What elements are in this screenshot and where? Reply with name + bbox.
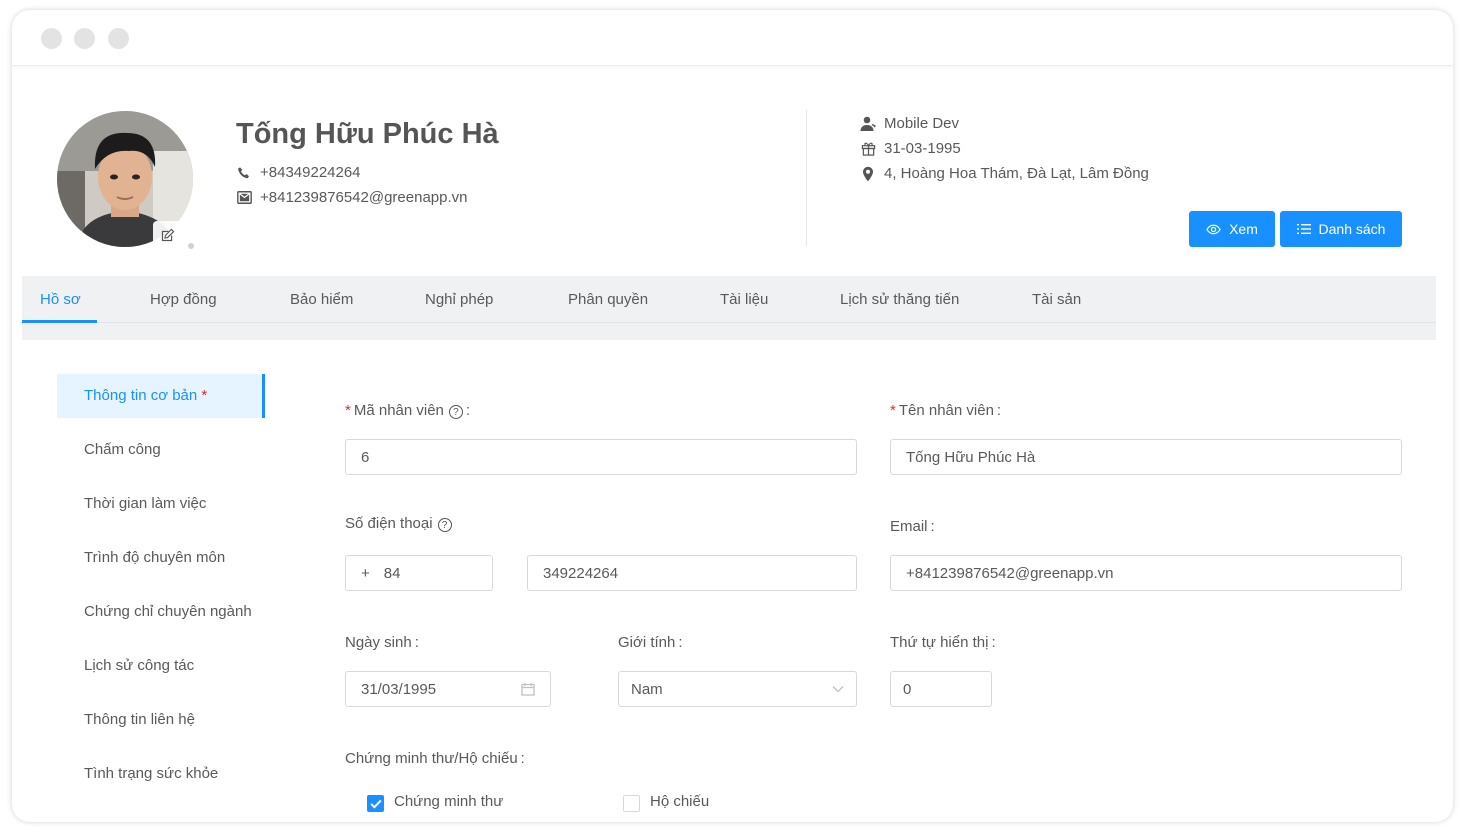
profile-email-text: +841239876542@greenapp.vn xyxy=(260,189,468,206)
tab-documents[interactable]: Tài liệu xyxy=(720,276,768,323)
employee-name-label-text: Tên nhân viên xyxy=(898,402,994,419)
employee-name-heading: Tống Hữu Phúc Hà xyxy=(236,118,499,150)
label-colon: : xyxy=(996,402,1002,419)
help-icon[interactable]: ? xyxy=(448,405,463,419)
id-card-label[interactable]: Chứng minh thư xyxy=(394,793,503,810)
window-close-dot[interactable] xyxy=(41,28,62,49)
dob-date-picker[interactable]: 31/03/1995 xyxy=(345,671,551,707)
view-button-label: Xem xyxy=(1229,221,1258,237)
map-pin-icon xyxy=(860,166,876,182)
label-colon: : xyxy=(414,634,419,651)
employee-id-input[interactable]: 6 xyxy=(345,439,857,475)
chevron-down-icon xyxy=(832,685,844,693)
profile-email: +841239876542@greenapp.vn xyxy=(236,189,468,206)
list-icon xyxy=(1296,223,1311,235)
label-colon: : xyxy=(678,634,683,651)
display-order-label: Thứ tự hiển thị : xyxy=(890,634,996,651)
tab-bar: Hồ sơ Hợp đồng Bảo hiểm Nghỉ phép Phân q… xyxy=(22,276,1436,340)
email-label-text: Email xyxy=(890,518,928,535)
profile-address: 4, Hoàng Hoa Thám, Đà Lạt, Lâm Đồng xyxy=(860,165,1149,182)
tab-leave[interactable]: Nghỉ phép xyxy=(425,276,493,323)
app-window: Tống Hữu Phúc Hà +84349224264 +841239876… xyxy=(12,10,1453,822)
side-item-work-history[interactable]: Lịch sử công tác xyxy=(57,644,265,688)
title-bar xyxy=(12,10,1453,66)
user-tie-icon xyxy=(860,116,876,132)
country-code-value: 84 xyxy=(383,564,401,582)
id-document-label-text: Chứng minh thư/Hộ chiếu xyxy=(345,750,518,767)
tab-row: Hồ sơ Hợp đồng Bảo hiểm Nghỉ phép Phân q… xyxy=(22,276,1436,323)
side-item-health[interactable]: Tình trạng sức khỏe xyxy=(57,752,265,796)
gender-select[interactable]: Nam xyxy=(618,671,857,707)
tab-assets[interactable]: Tài sản xyxy=(1032,276,1081,323)
id-card-checkbox[interactable] xyxy=(367,795,384,812)
label-colon: : xyxy=(991,634,996,651)
tab-permissions[interactable]: Phân quyền xyxy=(568,276,648,323)
edit-avatar-button[interactable] xyxy=(153,221,181,249)
eye-icon xyxy=(1206,224,1221,235)
side-item-qualification[interactable]: Trình độ chuyên môn xyxy=(57,536,265,580)
id-document-label: Chứng minh thư/Hộ chiếu : xyxy=(345,750,525,767)
tab-profile[interactable]: Hồ sơ xyxy=(40,276,81,323)
list-button[interactable]: Danh sách xyxy=(1280,211,1402,247)
side-item-contact-info[interactable]: Thông tin liên hệ xyxy=(57,698,265,742)
header-divider xyxy=(806,110,807,246)
email-label: Email : xyxy=(890,518,935,535)
side-item-certificates[interactable]: Chứng chỉ chuyên ngành xyxy=(57,590,265,634)
plus-sign: + xyxy=(361,564,370,582)
side-item-basic-info[interactable]: Thông tin cơ bản * xyxy=(57,374,265,418)
view-button[interactable]: Xem xyxy=(1189,211,1275,247)
gift-icon xyxy=(860,141,876,157)
check-icon xyxy=(369,799,382,809)
employee-id-label: * Mã nhân viên ? : xyxy=(345,402,470,419)
tab-insurance[interactable]: Bảo hiểm xyxy=(290,276,353,323)
side-item-working-time[interactable]: Thời gian làm việc xyxy=(57,482,265,526)
avatar-status-dot xyxy=(188,243,194,249)
window-maximize-dot[interactable] xyxy=(108,28,129,49)
email-input[interactable]: +841239876542@greenapp.vn xyxy=(890,555,1402,591)
dob-label: Ngày sinh : xyxy=(345,634,419,651)
phone-label: Số điện thoại ? xyxy=(345,515,452,532)
passport-checkbox[interactable] xyxy=(623,795,640,812)
dob-value: 31/03/1995 xyxy=(361,680,437,698)
display-order-label-text: Thứ tự hiển thị xyxy=(890,634,989,651)
profile-birthday: 31-03-1995 xyxy=(860,140,961,157)
profile-address-text: 4, Hoàng Hoa Thám, Đà Lạt, Lâm Đồng xyxy=(884,165,1149,182)
gender-label: Giới tính : xyxy=(618,634,683,651)
phone-number-input[interactable]: 349224264 xyxy=(527,555,857,591)
label-colon: : xyxy=(520,750,525,767)
gender-label-text: Giới tính xyxy=(618,634,676,651)
profile-position: Mobile Dev xyxy=(860,115,959,132)
passport-label[interactable]: Hộ chiếu xyxy=(650,793,709,810)
dob-label-text: Ngày sinh xyxy=(345,634,412,651)
help-icon[interactable]: ? xyxy=(437,518,452,532)
display-order-input[interactable]: 0 xyxy=(890,671,992,707)
country-code-input[interactable]: + 84 xyxy=(345,555,493,591)
mail-icon xyxy=(236,190,252,206)
window-minimize-dot[interactable] xyxy=(74,28,95,49)
side-item-timekeeping[interactable]: Chấm công xyxy=(57,428,265,472)
profile-phone: +84349224264 xyxy=(236,164,361,181)
profile-phone-text: +84349224264 xyxy=(260,164,361,181)
required-mark: * xyxy=(201,387,208,404)
profile-position-text: Mobile Dev xyxy=(884,115,960,132)
tab-promotion-history[interactable]: Lịch sử thăng tiến xyxy=(840,276,959,323)
label-colon: : xyxy=(465,402,471,419)
required-mark: * xyxy=(345,402,351,419)
gender-value: Nam xyxy=(631,680,663,698)
active-tab-indicator xyxy=(22,320,97,323)
required-mark: * xyxy=(890,402,896,419)
list-button-label: Danh sách xyxy=(1318,221,1386,237)
tab-contract[interactable]: Hợp đồng xyxy=(150,276,217,323)
label-colon: : xyxy=(930,518,935,535)
employee-id-label-text: Mã nhân viên xyxy=(353,402,444,419)
edit-icon xyxy=(161,228,174,241)
employee-name-label: * Tên nhân viên : xyxy=(890,402,1001,419)
employee-name-input[interactable]: Tống Hữu Phúc Hà xyxy=(890,439,1402,475)
phone-icon xyxy=(236,165,252,181)
calendar-icon[interactable] xyxy=(521,682,535,696)
side-item-label: Thông tin cơ bản xyxy=(84,387,198,404)
profile-birthday-text: 31-03-1995 xyxy=(884,140,961,157)
phone-label-text: Số điện thoại xyxy=(345,515,433,532)
